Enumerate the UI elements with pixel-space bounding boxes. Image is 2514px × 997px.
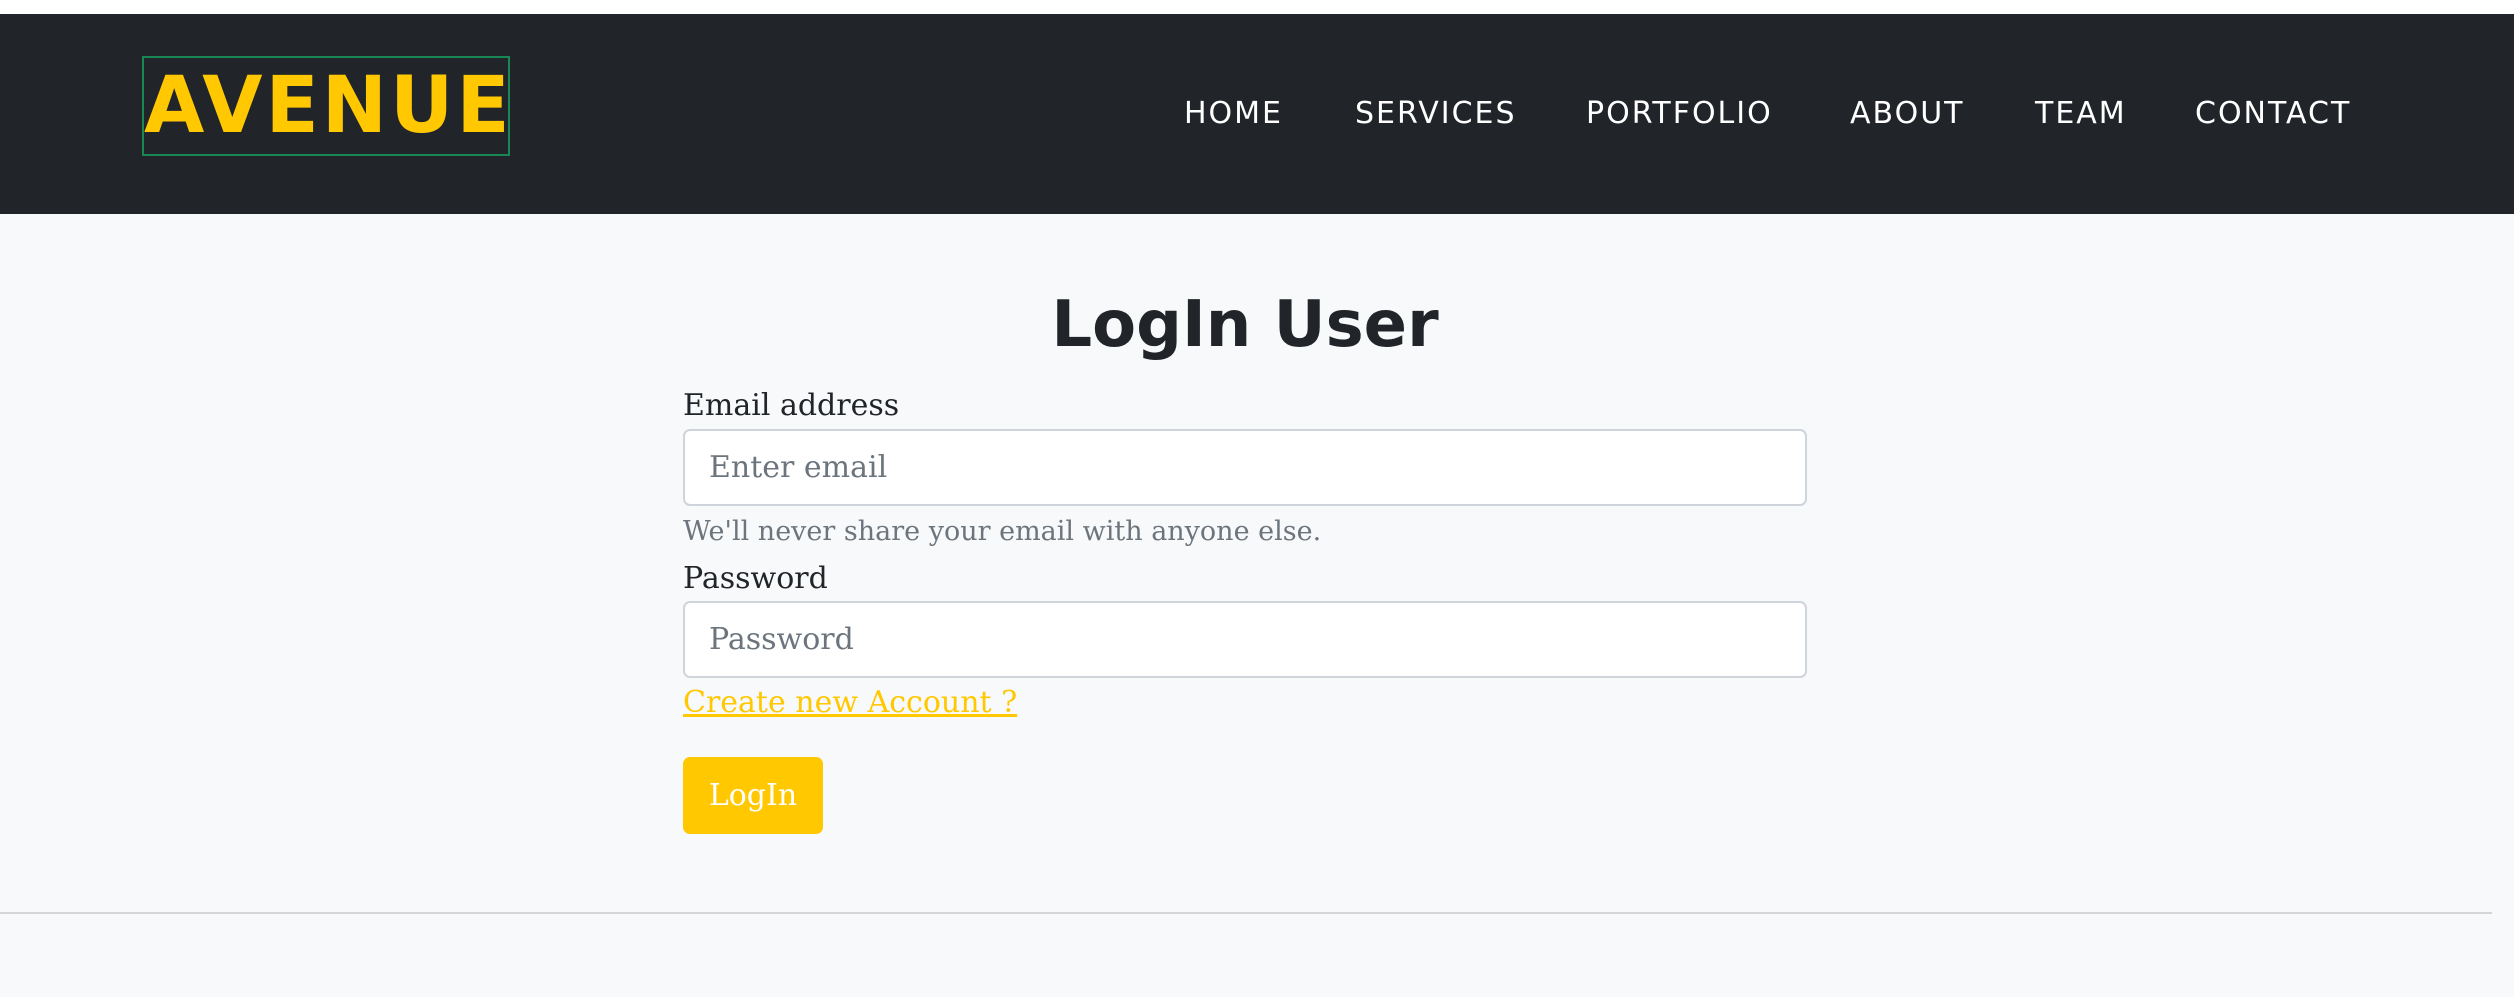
nav-link-team[interactable]: TEAM (2035, 94, 2127, 134)
nav-link-contact[interactable]: CONTACT (2195, 94, 2351, 134)
page-title: LogIn User (1051, 288, 1439, 362)
nav-link-services[interactable]: SERVICES (1355, 94, 1517, 134)
divider (0, 912, 2492, 914)
email-field[interactable] (683, 429, 1807, 506)
password-field[interactable] (683, 601, 1807, 678)
top-strip (0, 0, 2514, 14)
nav-link-about[interactable]: ABOUT (1850, 94, 1964, 134)
create-account-link[interactable]: Create new Account ? (683, 683, 1017, 723)
login-button[interactable]: LogIn (683, 757, 823, 834)
brand-logo[interactable]: AVENUE (142, 56, 510, 156)
email-label: Email address (683, 388, 900, 423)
password-label: Password (683, 561, 828, 596)
email-help-text: We'll never share your email with anyone… (683, 516, 1322, 547)
nav-link-home[interactable]: HOME (1184, 94, 1283, 134)
nav-link-portfolio[interactable]: PORTFOLIO (1586, 94, 1773, 134)
navbar: AVENUE HOME SERVICES PORTFOLIO ABOUT TEA… (0, 14, 2514, 214)
